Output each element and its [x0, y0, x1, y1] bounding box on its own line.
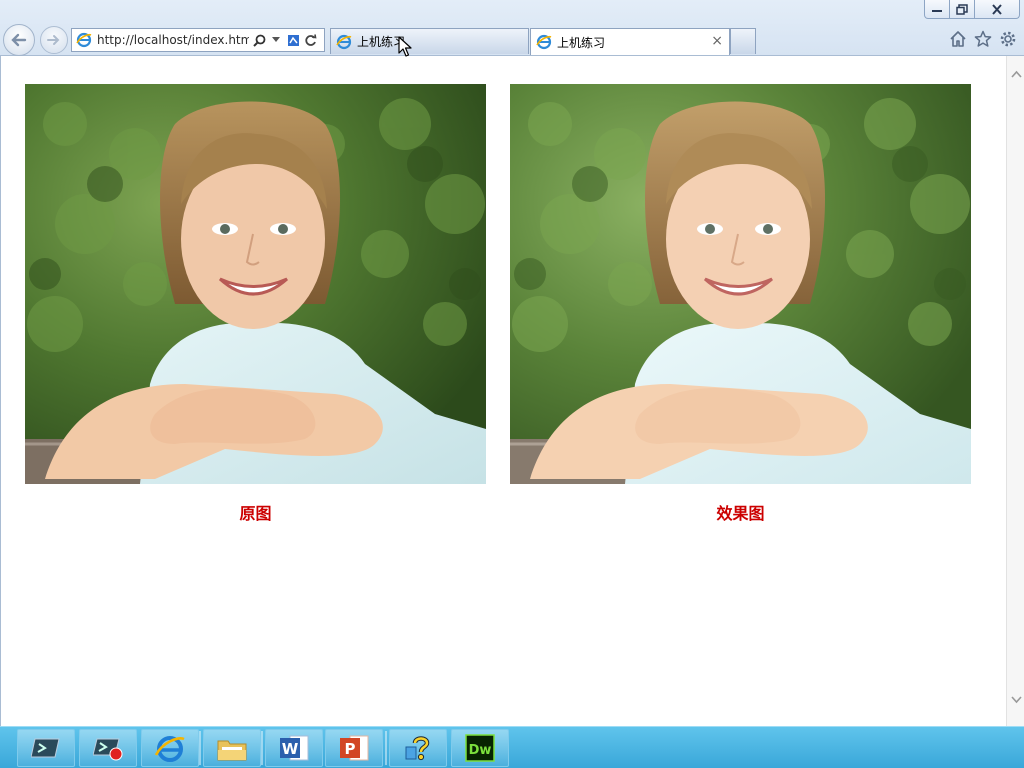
scroll-down-arrow-icon[interactable] — [1011, 696, 1022, 704]
page-content: 原图 效果图 — [1, 56, 1006, 726]
recorder-icon — [93, 738, 123, 761]
taskbar-word-button[interactable]: W — [265, 729, 323, 767]
browser-chrome: http://localhost/index.htm 上机练习 上机练习 × — [0, 0, 1024, 56]
home-icon[interactable] — [948, 29, 968, 49]
refresh-icon[interactable] — [303, 32, 317, 48]
word-letter: W — [282, 740, 299, 758]
taskbar-recorder-button[interactable] — [79, 729, 137, 767]
new-tab-button[interactable] — [730, 28, 756, 54]
taskbar-separator — [199, 731, 201, 765]
gear-icon[interactable] — [998, 29, 1018, 49]
search-icon[interactable] — [252, 32, 266, 48]
taskbar-separator — [385, 731, 387, 765]
restore-icon — [956, 3, 968, 15]
restore-button[interactable] — [949, 0, 975, 19]
close-window-button[interactable] — [974, 0, 1020, 19]
tab-practice-1[interactable]: 上机练习 — [330, 28, 529, 54]
file-explorer-icon — [217, 740, 247, 761]
close-icon — [992, 3, 1002, 15]
help-icon — [405, 736, 430, 761]
minimize-button[interactable] — [924, 0, 950, 19]
dreamweaver-letters: Dw — [469, 743, 492, 758]
favorites-star-icon[interactable] — [973, 29, 993, 49]
taskbar-file-explorer-button[interactable] — [203, 729, 261, 767]
taskbar-separator — [261, 731, 263, 765]
forward-button[interactable] — [40, 26, 68, 54]
ie-page-icon — [76, 32, 92, 48]
page-viewport: 原图 效果图 — [0, 56, 1024, 726]
internet-explorer-icon — [154, 736, 185, 762]
mouse-cursor-icon — [398, 36, 412, 57]
compatibility-view-icon[interactable] — [286, 32, 300, 48]
scroll-up-arrow-icon[interactable] — [1011, 70, 1022, 78]
powerpoint-letter: P — [345, 740, 356, 758]
ie-tab-icon — [336, 34, 352, 49]
taskbar-powershell-button[interactable] — [17, 729, 75, 767]
address-bar[interactable]: http://localhost/index.htm — [71, 28, 325, 52]
tab-practice-2[interactable]: 上机练习 × — [530, 28, 730, 55]
taskbar-ie-button[interactable] — [141, 729, 199, 767]
original-photo — [25, 84, 486, 484]
taskbar-powerpoint-button[interactable]: P — [325, 729, 383, 767]
url-text[interactable]: http://localhost/index.htm — [97, 33, 249, 47]
back-button[interactable] — [3, 24, 35, 56]
tab-close-icon[interactable]: × — [711, 34, 723, 48]
forward-arrow-icon — [47, 35, 60, 45]
ie-tab-icon — [536, 34, 552, 50]
dropdown-arrow-icon[interactable] — [269, 32, 283, 48]
taskbar: W P Dw — [0, 726, 1024, 768]
tab-label: 上机练习 — [557, 35, 606, 50]
effect-photo — [510, 84, 971, 484]
dreamweaver-icon: Dw — [465, 734, 495, 762]
minimize-icon — [932, 10, 942, 12]
powershell-icon — [31, 738, 60, 758]
back-arrow-icon — [11, 33, 27, 47]
effect-caption: 效果图 — [716, 504, 765, 523]
taskbar-dreamweaver-button[interactable]: Dw — [451, 729, 509, 767]
powerpoint-icon: P — [340, 735, 369, 761]
vertical-scrollbar[interactable] — [1006, 56, 1024, 726]
original-caption: 原图 — [239, 504, 272, 523]
taskbar-help-button[interactable] — [389, 729, 447, 767]
word-icon: W — [280, 735, 309, 761]
